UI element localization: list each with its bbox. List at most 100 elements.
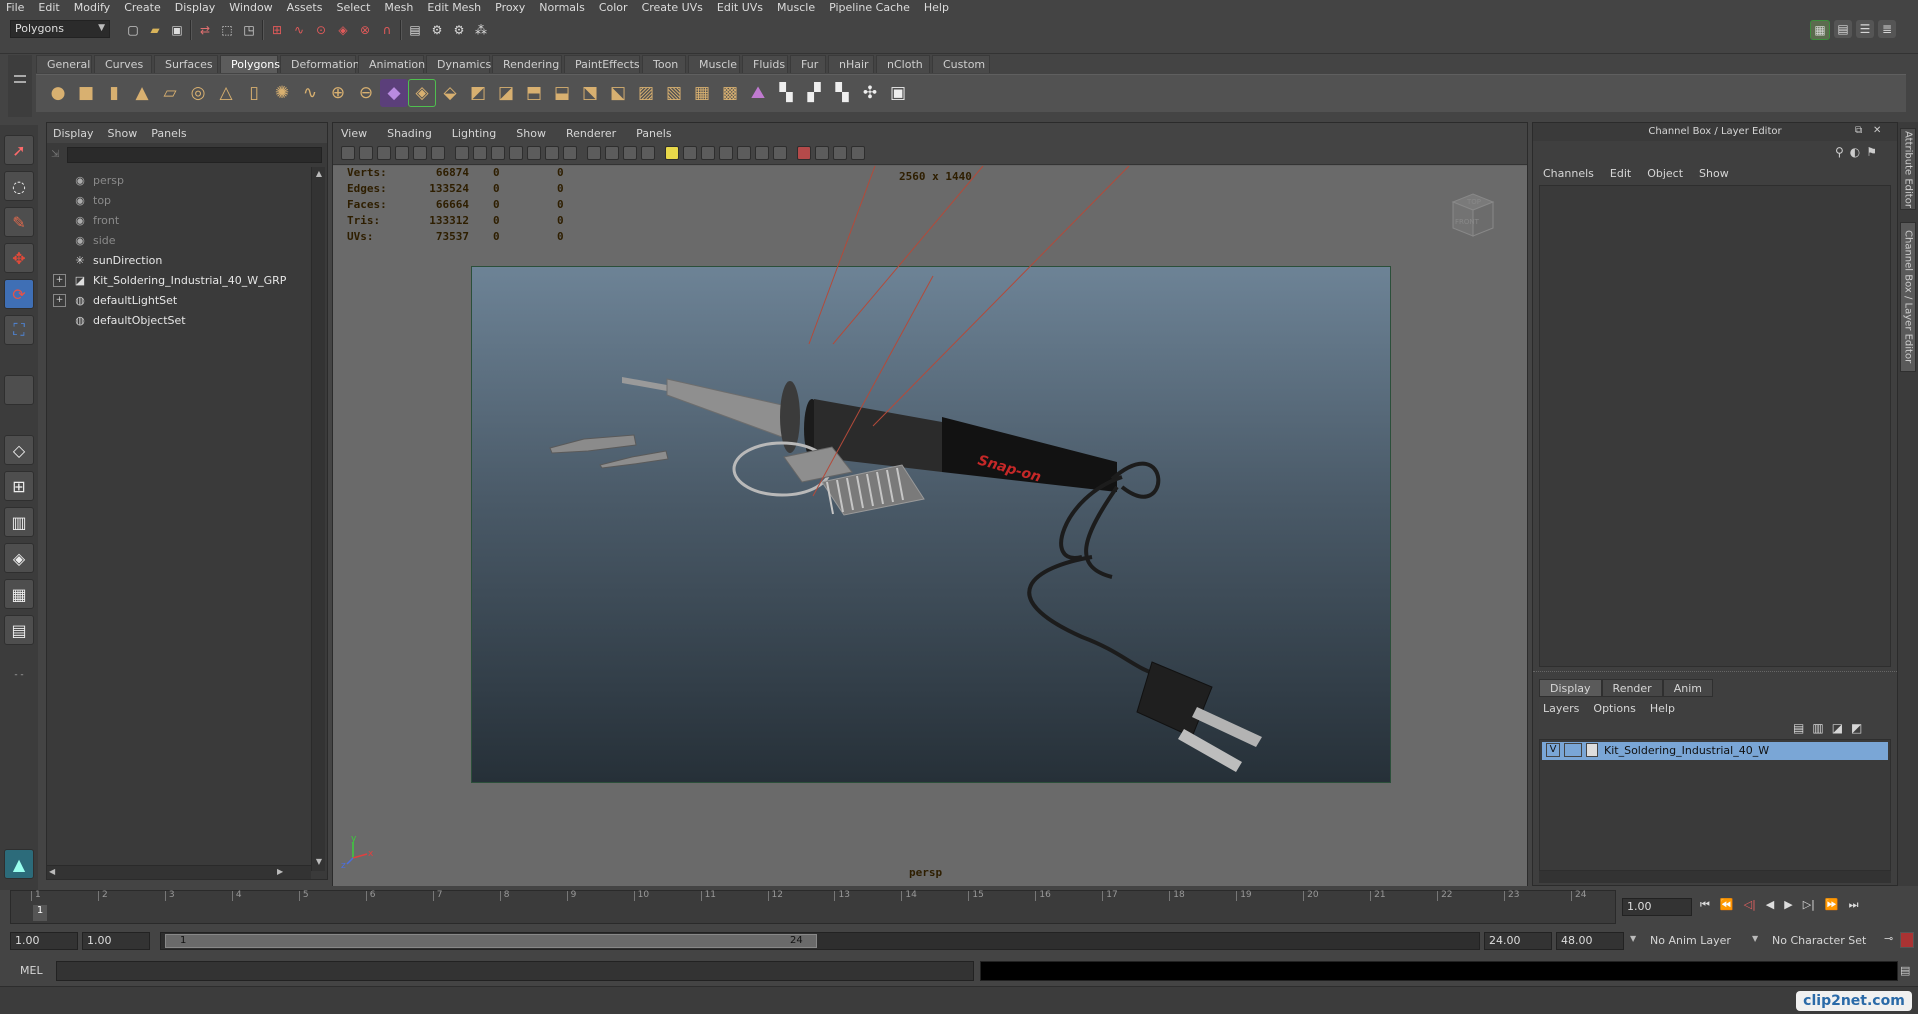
poly-pipe-icon[interactable]: ▯ (240, 79, 268, 107)
shelf-menu-handle[interactable] (8, 55, 32, 117)
shelf-tab-custom[interactable]: Custom (932, 55, 990, 73)
cylindrical-mapping-icon[interactable]: ▞ (800, 79, 828, 107)
shelf-tab-muscle[interactable]: Muscle (688, 55, 740, 73)
expand-icon[interactable]: + (53, 293, 66, 307)
viewport-menu-renderer[interactable]: Renderer (566, 127, 616, 140)
render-current-icon[interactable]: ⚙ (428, 21, 446, 39)
graph-persp-layout-icon[interactable]: ◈ (4, 543, 34, 573)
menu-window[interactable]: Window (223, 1, 280, 14)
shelf-tab-ncloth[interactable]: nCloth (876, 55, 930, 73)
go-to-end-icon[interactable]: ⏭ (1849, 898, 1859, 912)
pin-icon[interactable]: ⚑ (1866, 145, 1877, 159)
outliner-item[interactable]: ◉ top (53, 191, 313, 209)
menu-create[interactable]: Create (118, 1, 169, 14)
uv-texture-editor-icon[interactable]: ▣ (884, 79, 912, 107)
outliner-vertical-scrollbar[interactable]: ▲ ▼ (311, 167, 325, 871)
scroll-down-icon[interactable]: ▼ (314, 857, 324, 867)
last-tool-icon[interactable] (4, 375, 34, 405)
menu-proxy[interactable]: Proxy (489, 1, 533, 14)
snap-curve-icon[interactable]: ∿ (290, 21, 308, 39)
move-up-icon[interactable]: ◪ (1832, 721, 1843, 735)
step-forward-frame-icon[interactable]: ▷| (1803, 898, 1815, 912)
combine-icon[interactable]: ⊕ (324, 79, 352, 107)
automatic-mapping-icon[interactable]: ✣ (856, 79, 884, 107)
extrude-icon[interactable]: ⬒ (520, 79, 548, 107)
close-icon[interactable]: ✕ (1873, 125, 1881, 136)
safe-action-icon[interactable] (545, 146, 559, 160)
single-perspective-layout-icon[interactable]: ◇ (4, 435, 34, 465)
playback-end-field[interactable]: 24.00 (1484, 932, 1552, 950)
poly-sphere-icon[interactable]: ● (44, 79, 72, 107)
gate-mask-icon[interactable] (509, 146, 523, 160)
select-hierarchy-icon[interactable]: ⇄ (196, 21, 214, 39)
separate-icon[interactable]: ⊖ (352, 79, 380, 107)
move-tool-icon[interactable]: ✥ (4, 243, 34, 273)
select-tool-icon[interactable]: ➚ (4, 135, 34, 165)
command-input[interactable] (56, 961, 974, 981)
outliner-menu-display[interactable]: Display (53, 127, 94, 140)
channel-box-toggle-icon[interactable]: ≣ (1878, 20, 1896, 38)
open-scene-icon[interactable]: ▰ (146, 21, 164, 39)
step-back-frame-icon[interactable]: ◁| (1744, 898, 1756, 912)
display-layer-row[interactable]: V Kit_Soldering_Industrial_40_W (1542, 742, 1888, 760)
menu-edit-uvs[interactable]: Edit UVs (711, 1, 771, 14)
animation-start-field[interactable]: 1.00 (10, 932, 78, 950)
safe-title-icon[interactable] (563, 146, 577, 160)
layer-menu-help[interactable]: Help (1650, 702, 1675, 715)
attribute-editor-tab[interactable]: Attribute Editor (1900, 128, 1916, 210)
textured-icon[interactable] (641, 146, 655, 160)
shelf-tab-general[interactable]: General (36, 55, 92, 73)
xray-components-icon[interactable] (851, 146, 865, 160)
ipr-render-icon[interactable]: ⚙ (450, 21, 468, 39)
manipulator-icon[interactable]: ⚲ (1835, 145, 1844, 159)
shelf-tab-polygons[interactable]: Polygons (220, 55, 280, 73)
layer-tab-anim[interactable]: Anim (1662, 679, 1713, 697)
layer-menu-layers[interactable]: Layers (1543, 702, 1579, 715)
depth-of-field-icon[interactable] (755, 146, 769, 160)
image-plane-icon[interactable] (395, 146, 409, 160)
viewport-menu-view[interactable]: View (341, 127, 367, 140)
smooth-shade-icon[interactable] (605, 146, 619, 160)
outliner-menu-panels[interactable]: Panels (151, 127, 186, 140)
split-polygon-icon[interactable]: ◪ (492, 79, 520, 107)
viewport-menu-panels[interactable]: Panels (636, 127, 671, 140)
poly-cylinder-icon[interactable]: ▮ (100, 79, 128, 107)
pane-splitter[interactable] (1533, 671, 1897, 675)
range-slider-handle[interactable]: 1 24 (165, 934, 817, 948)
rotate-tool-icon[interactable]: ⟳ (4, 279, 34, 309)
viewport-menu-show[interactable]: Show (516, 127, 546, 140)
poly-pyramid-icon[interactable]: △ (212, 79, 240, 107)
outliner-item[interactable]: ✳ sunDirection (53, 251, 313, 269)
menu-edit[interactable]: Edit (32, 1, 67, 14)
menu-modify[interactable]: Modify (68, 1, 118, 14)
outliner-search-field[interactable] (67, 147, 322, 163)
menu-color[interactable]: Color (593, 1, 636, 14)
paint-select-tool-icon[interactable]: ✎ (4, 207, 34, 237)
bookmarks-icon[interactable] (377, 146, 391, 160)
outliner-menu-show[interactable]: Show (108, 127, 138, 140)
select-object-icon[interactable]: ⬚ (218, 21, 236, 39)
character-set-dropdown[interactable]: ▼ No Character Set (1752, 932, 1882, 950)
outliner-horizontal-scrollbar[interactable]: ◀ ▶ (47, 865, 311, 879)
planar-mapping-icon[interactable]: ▚ (772, 79, 800, 107)
float-panel-icon[interactable]: ⧉ (1855, 125, 1862, 136)
layer-playback-toggle[interactable] (1564, 743, 1582, 757)
menu-assets[interactable]: Assets (281, 1, 331, 14)
save-scene-icon[interactable]: ▣ (168, 21, 186, 39)
poly-cube-icon[interactable]: ■ (72, 79, 100, 107)
select-camera-icon[interactable] (341, 146, 355, 160)
layer-horizontal-scrollbar[interactable] (1539, 871, 1891, 883)
render-settings-icon[interactable]: ⁂ (472, 21, 490, 39)
snap-magnet-icon[interactable]: ∩ (378, 21, 396, 39)
fill-hole-icon[interactable]: ▨ (632, 79, 660, 107)
shelf-tab-surfaces[interactable]: Surfaces (154, 55, 218, 73)
layer-visibility-toggle[interactable]: V (1546, 743, 1560, 757)
script-editor-icon[interactable]: ▤ (1900, 964, 1910, 977)
layer-tab-display[interactable]: Display (1539, 679, 1602, 697)
more-layouts-icon[interactable]: - - (4, 670, 34, 682)
extract-icon[interactable]: ◈ (408, 79, 436, 107)
viewport-menu-lighting[interactable]: Lighting (452, 127, 496, 140)
shelf-tab-rendering[interactable]: Rendering (492, 55, 562, 73)
new-scene-icon[interactable]: ▢ (124, 21, 142, 39)
multisample-icon[interactable] (737, 146, 751, 160)
